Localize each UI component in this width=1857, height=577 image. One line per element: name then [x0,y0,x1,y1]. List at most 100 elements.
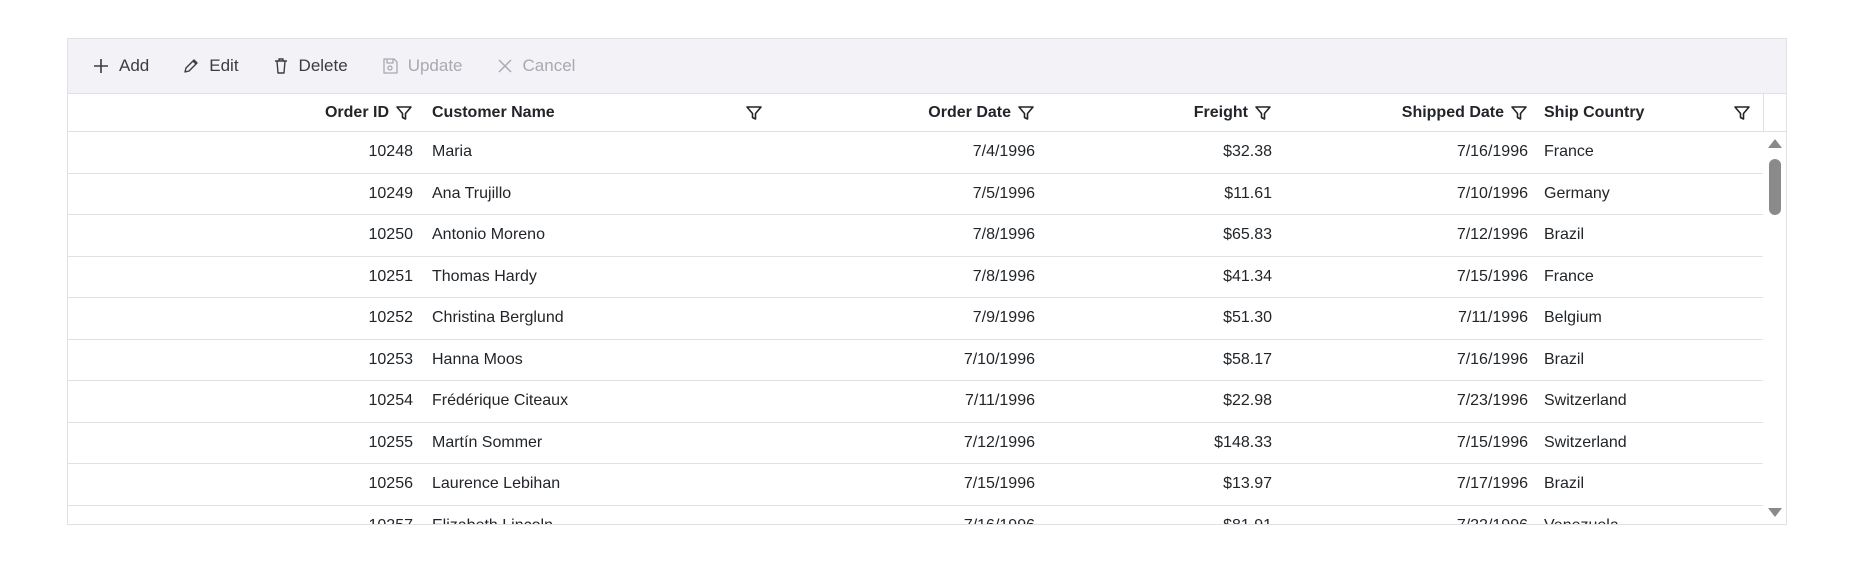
filter-icon[interactable] [1733,104,1751,122]
table-row[interactable]: 10250 Antonio Moreno 7/8/1996 $65.83 7/1… [68,215,1763,257]
grid-toolbar: Add Edit Delete Update Cancel [68,39,1786,94]
cell-ship-country: Switzerland [1544,392,1627,409]
cell-order-id: 10251 [368,267,414,285]
column-header-order-id[interactable]: Order ID [68,94,413,131]
column-header-freight[interactable]: Freight [1035,94,1272,131]
cell-customer-name: Ana Trujillo [432,184,512,202]
cell-ship-country: Belgium [1544,309,1602,326]
grid-body: 10248 Maria 7/4/1996 $32.38 7/16/1996 Fr… [68,132,1786,524]
table-row[interactable]: 10251 Thomas Hardy 7/8/1996 $41.34 7/15/… [68,257,1763,298]
cell-customer-name: Christina Berglund [432,309,564,326]
cell-freight: $148.33 [1214,433,1272,451]
cell-customer-name: Frédérique Citeaux [432,392,569,409]
cell-order-date: 7/8/1996 [972,267,1035,285]
cell-freight: $32.38 [1223,143,1272,160]
plus-icon [92,57,110,75]
header-scrollbar-divider [1763,94,1764,131]
cell-order-id: 10253 [368,350,414,368]
filter-icon[interactable] [1254,104,1272,122]
cell-ship-country: France [1544,267,1594,285]
table-row[interactable]: 10256 Laurence Lebihan 7/15/1996 $13.97 … [68,464,1763,506]
cancel-button-label: Cancel [522,56,576,75]
scrollbar-thumb[interactable] [1769,159,1781,215]
cell-ship-country: Brazil [1544,475,1585,492]
cell-shipped-date: 7/23/1996 [1456,392,1528,409]
cell-order-date: 7/16/1996 [778,506,1035,525]
vertical-scrollbar[interactable] [1763,132,1786,524]
scroll-down-arrow[interactable] [1768,508,1782,517]
column-header-customer-name[interactable]: Customer Name [432,94,778,131]
table-row[interactable]: 10253 Hanna Moos 7/10/1996 $58.17 7/16/1… [68,340,1763,381]
edit-button-label: Edit [209,56,239,75]
cell-ship-country: Germany [1544,184,1610,202]
column-header-shipped-date[interactable]: Shipped Date [1272,94,1528,131]
column-header-order-date[interactable]: Order Date [778,94,1035,131]
cell-shipped-date: 7/10/1996 [1456,184,1528,202]
cell-customer-name: Laurence Lebihan [432,475,561,492]
cell-shipped-date: 7/15/1996 [1456,267,1528,285]
cell-freight: $22.98 [1223,392,1272,409]
cell-ship-country: France [1544,143,1594,160]
scroll-up-arrow[interactable] [1768,139,1782,148]
cell-ship-country: Brazil [1544,226,1585,243]
table-row[interactable]: 10255 Martín Sommer 7/12/1996 $148.33 7/… [68,423,1763,464]
cell-order-id: 10254 [368,392,414,409]
cell-shipped-date: 7/11/1996 [1458,309,1528,326]
filter-icon[interactable] [1017,104,1035,122]
update-button-label: Update [407,56,463,75]
cell-order-id: 10250 [368,226,414,243]
column-header-label: Order Date [928,103,1011,121]
data-grid: Add Edit Delete Update Cancel Order ID C… [67,38,1787,525]
cell-order-date: 7/8/1996 [972,226,1035,243]
column-header-label: Customer Name [432,103,555,121]
close-icon [496,57,514,75]
delete-button[interactable]: Delete [272,50,348,82]
table-row[interactable]: 10254 Frédérique Citeaux 7/11/1996 $22.9… [68,381,1763,423]
cancel-button[interactable]: Cancel [496,50,576,82]
cell-customer-name: Thomas Hardy [432,267,537,285]
cell-freight: $41.34 [1223,267,1272,285]
table-row[interactable]: 10252 Christina Berglund 7/9/1996 $51.30… [68,298,1763,340]
table-row[interactable]: 10248 Maria 7/4/1996 $32.38 7/16/1996 Fr… [68,132,1763,174]
cell-shipped-date: 7/17/1996 [1456,475,1528,492]
cell-customer-name: Hanna Moos [432,350,523,368]
cell-ship-country: Brazil [1544,350,1585,368]
cell-freight: $65.83 [1223,226,1272,243]
cell-freight: $11.61 [1224,184,1272,202]
cell-order-id: 10249 [368,184,414,202]
cell-customer-name: Maria [432,143,473,160]
add-button-label: Add [119,56,150,75]
add-button[interactable]: Add [92,50,149,82]
filter-icon[interactable] [395,104,413,122]
pencil-icon [182,57,200,75]
cell-shipped-date: 7/15/1996 [1456,433,1528,451]
cell-freight: $81.91 [1035,506,1272,525]
column-header-label: Freight [1193,103,1248,121]
update-button[interactable]: Update [381,50,463,82]
cell-order-id: 10257 [68,506,414,525]
grid-rows: 10248 Maria 7/4/1996 $32.38 7/16/1996 Fr… [68,132,1763,524]
cell-shipped-date: 7/12/1996 [1456,226,1528,243]
trash-icon [272,57,290,75]
delete-button-label: Delete [298,56,348,75]
cell-ship-country: Switzerland [1544,433,1627,451]
cell-order-date: 7/10/1996 [963,350,1035,368]
grid-header: Order ID Customer Name Order Date Freigh… [68,94,1786,132]
cell-customer-name: Antonio Moreno [432,226,545,243]
cell-order-date: 7/12/1996 [963,433,1035,451]
cell-order-date: 7/4/1996 [972,143,1035,160]
cell-order-date: 7/15/1996 [963,475,1035,492]
filter-icon[interactable] [745,104,763,122]
save-icon [381,57,399,75]
table-row[interactable]: 10249 Ana Trujillo 7/5/1996 $11.61 7/10/… [68,174,1763,215]
filter-icon[interactable] [1510,104,1528,122]
cell-freight: $58.17 [1223,350,1272,368]
column-header-ship-country[interactable]: Ship Country [1544,94,1763,131]
cell-customer-name: Elizabeth Lincoln [432,506,762,525]
cell-shipped-date: 7/16/1996 [1456,143,1528,160]
cell-order-id: 10256 [368,475,414,492]
cell-shipped-date: 7/16/1996 [1456,350,1528,368]
table-row[interactable]: 10257 Elizabeth Lincoln 7/16/1996 $81.91… [68,506,1763,525]
edit-button[interactable]: Edit [182,50,239,82]
cell-order-date: 7/11/1996 [965,392,1035,409]
